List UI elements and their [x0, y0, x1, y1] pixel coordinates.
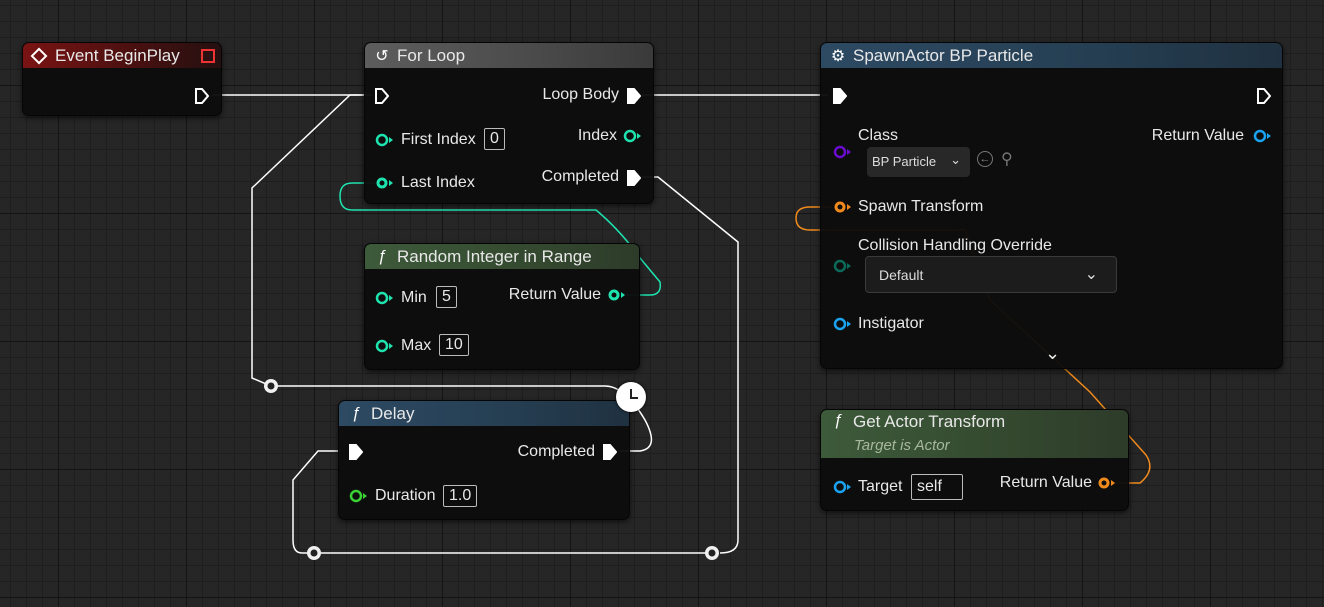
- return-value-label: Return Value: [508, 286, 601, 303]
- spawn-transform-label: Spawn Transform: [858, 198, 984, 215]
- collision-pin[interactable]: [833, 259, 853, 273]
- max-label: Max: [401, 337, 432, 354]
- first-index-label: First Index: [401, 131, 476, 148]
- node-title: Delay: [371, 403, 415, 423]
- event-diamond-icon: [30, 47, 48, 64]
- duration-input[interactable]: 1.0: [443, 485, 478, 507]
- max-pin[interactable]: [375, 339, 395, 353]
- random-integer-node[interactable]: ƒ Random Integer in Range Min 5 Max 10 R…: [364, 243, 640, 370]
- completed-exec-pin[interactable]: [603, 444, 617, 460]
- expand-chevron-icon[interactable]: ⌄: [1045, 343, 1060, 364]
- class-label: Class: [858, 127, 899, 144]
- first-index-input[interactable]: 0: [484, 128, 505, 150]
- function-icon: ƒ: [377, 247, 387, 265]
- node-title: For Loop: [397, 45, 466, 65]
- first-index-pin[interactable]: [375, 133, 395, 147]
- return-value-pin[interactable]: [1253, 129, 1273, 143]
- return-value-pin[interactable]: [1097, 476, 1117, 490]
- node-subtitle: Target is Actor: [854, 437, 950, 454]
- collision-label: Collision Handling Override: [858, 237, 1052, 254]
- exec-wire-completed-reroute: [642, 176, 739, 554]
- instigator-label: Instigator: [858, 315, 924, 332]
- node-header[interactable]: ↺ For Loop: [365, 43, 653, 68]
- return-value-pin[interactable]: [607, 288, 627, 302]
- function-icon: ƒ: [351, 404, 361, 422]
- chevron-down-icon: ⌄: [950, 152, 961, 167]
- min-input[interactable]: 5: [436, 286, 457, 308]
- get-actor-transform-node[interactable]: ƒ Get Actor Transform Target is Actor Ta…: [820, 409, 1129, 511]
- exec-wire-reroute-forloop: [251, 94, 362, 387]
- return-value-label: Return Value: [1151, 127, 1244, 144]
- node-title: SpawnActor BP Particle: [853, 45, 1034, 65]
- node-header[interactable]: ⚙ SpawnActor BP Particle: [821, 43, 1282, 68]
- max-input[interactable]: 10: [439, 334, 469, 356]
- node-title: Event BeginPlay: [55, 45, 180, 65]
- completed-exec-pin[interactable]: [627, 170, 641, 186]
- chevron-down-icon: ⌄: [1084, 266, 1098, 283]
- index-label: Index: [577, 127, 617, 144]
- reroute-knot-left[interactable]: [264, 379, 278, 393]
- last-index-pin[interactable]: [375, 176, 395, 190]
- node-title: Get Actor Transform: [853, 412, 1006, 431]
- exec-wire-reroute-delay-exec: [292, 450, 340, 554]
- loop-body-label: Loop Body: [542, 86, 619, 103]
- node-header[interactable]: ƒ Random Integer in Range: [365, 244, 639, 269]
- exec-in-pin[interactable]: [833, 88, 847, 104]
- min-label: Min: [401, 289, 427, 306]
- duration-pin[interactable]: [349, 489, 369, 503]
- min-pin[interactable]: [375, 291, 395, 305]
- for-loop-node[interactable]: ↺ For Loop First Index 0 Last Index Loop…: [364, 42, 654, 204]
- exec-out-pin[interactable]: [1257, 88, 1271, 104]
- return-value-label: Return Value: [999, 474, 1092, 491]
- spawn-actor-icon: ⚙: [830, 47, 846, 65]
- collision-value: Default: [879, 267, 924, 283]
- target-pin[interactable]: [833, 480, 853, 494]
- target-input[interactable]: self: [911, 474, 963, 500]
- target-label: Target: [858, 478, 903, 495]
- class-dropdown[interactable]: BP Particle ⌄: [867, 147, 970, 177]
- collision-dropdown[interactable]: Default ⌄: [865, 256, 1117, 293]
- delay-node[interactable]: ƒ Delay Completed Duration 1.0: [338, 400, 630, 520]
- class-value: BP Particle: [872, 154, 937, 169]
- completed-label: Completed: [517, 443, 595, 460]
- duration-label: Duration: [375, 487, 436, 504]
- clock-icon: [616, 382, 646, 412]
- completed-label: Completed: [541, 168, 619, 185]
- exec-in-pin[interactable]: [349, 444, 363, 460]
- class-pin[interactable]: [833, 145, 853, 159]
- function-icon: ƒ: [833, 412, 843, 429]
- use-selected-icon[interactable]: ←: [977, 151, 993, 167]
- reroute-knot-bottom-right[interactable]: [705, 546, 719, 560]
- node-header[interactable]: ƒ Delay: [339, 401, 629, 426]
- exec-out-pin[interactable]: [195, 88, 209, 104]
- exec-in-pin[interactable]: [375, 88, 389, 104]
- reroute-knot-bottom-left[interactable]: [307, 546, 321, 560]
- last-index-label: Last Index: [401, 174, 475, 191]
- instigator-pin[interactable]: [833, 317, 853, 331]
- delegate-pin-icon[interactable]: [201, 49, 215, 63]
- spawn-actor-node[interactable]: ⚙ SpawnActor BP Particle Class BP Partic…: [820, 42, 1283, 369]
- loop-icon: ↺: [375, 47, 389, 65]
- node-header[interactable]: Event BeginPlay: [23, 43, 221, 68]
- browse-search-icon[interactable]: ⚲: [1001, 149, 1013, 169]
- spawn-transform-pin[interactable]: [833, 200, 853, 214]
- node-title: Random Integer in Range: [397, 246, 592, 266]
- loop-body-exec-pin[interactable]: [627, 88, 641, 104]
- index-pin[interactable]: [623, 129, 643, 143]
- event-beginplay-node[interactable]: Event BeginPlay: [22, 42, 222, 116]
